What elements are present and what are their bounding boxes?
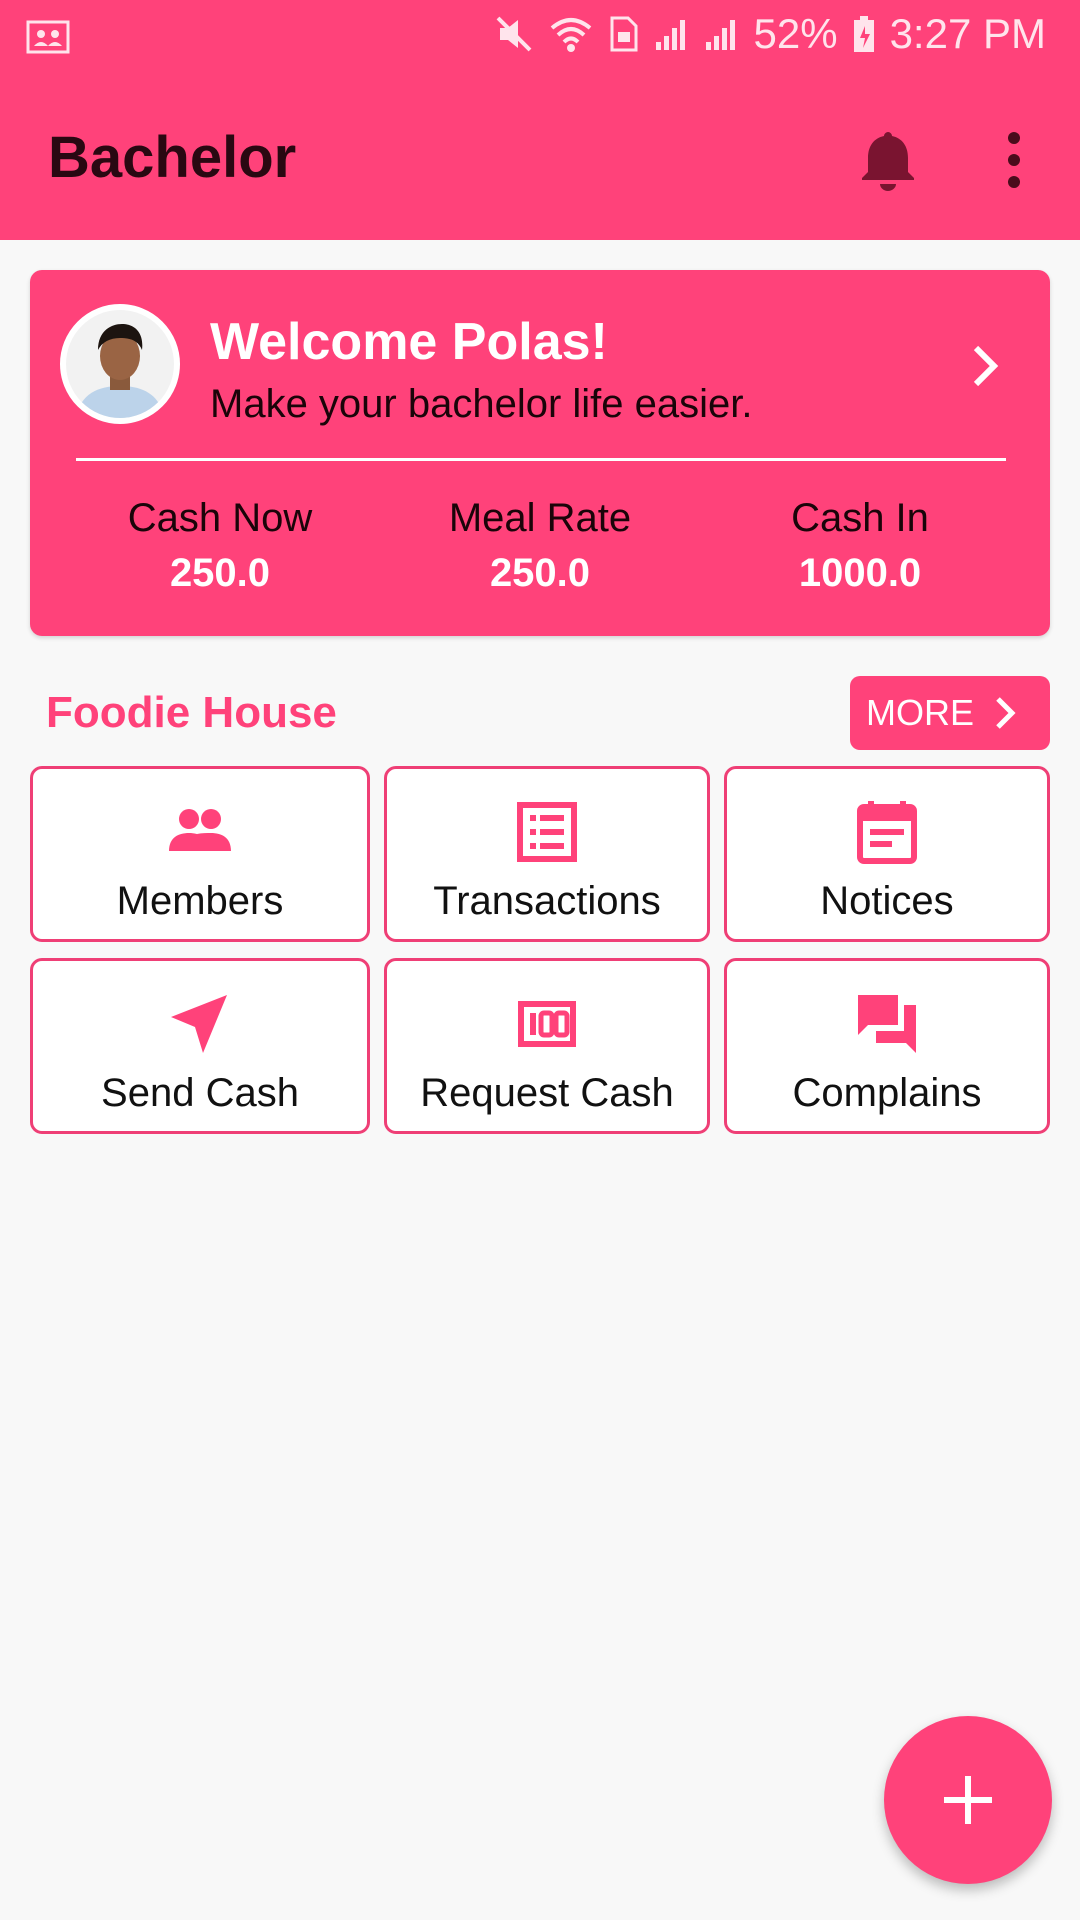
stat-value: 250.0 (489, 551, 591, 595)
chevron-right-icon (996, 697, 1016, 729)
tile-members[interactable]: Members (30, 766, 370, 942)
tile-send-cash[interactable]: Send Cash (30, 958, 370, 1134)
wifi-icon (548, 14, 594, 54)
calendar-note-icon (854, 799, 920, 865)
tile-transactions[interactable]: Transactions (384, 766, 710, 942)
tile-request-cash[interactable]: Request Cash (384, 958, 710, 1134)
stat-label: Meal Rate (448, 496, 632, 540)
stat-value: 1000.0 (798, 551, 922, 595)
tile-label: Notices (820, 879, 954, 923)
send-icon (167, 991, 233, 1057)
section-title: Foodie House (46, 688, 337, 737)
avatar (60, 304, 180, 424)
clock: 3:27 PM (889, 10, 1046, 57)
status-bar: 52% 3:27 PM (0, 0, 1080, 72)
tile-label: Members (116, 879, 284, 923)
stat-label: Cash Now (127, 496, 313, 540)
welcome-card[interactable]: Welcome Polas! Make your bachelor life e… (30, 270, 1050, 636)
gallery-notification-icon (26, 20, 70, 59)
stat-value: 250.0 (169, 551, 271, 595)
tile-complains[interactable]: Complains (724, 958, 1050, 1134)
notifications-icon[interactable] (858, 128, 918, 192)
signal-1-icon (654, 16, 690, 52)
tile-label: Request Cash (420, 1071, 674, 1115)
tile-label: Complains (792, 1071, 982, 1115)
chat-icon (854, 991, 920, 1057)
cash-icon (514, 991, 580, 1057)
app-bar: Bachelor (0, 72, 1080, 240)
chevron-right-icon[interactable] (966, 342, 1006, 390)
welcome-subtitle: Make your bachelor life easier. (210, 382, 753, 426)
stat-label: Cash In (791, 496, 929, 540)
tile-label: Transactions (433, 879, 661, 923)
overflow-menu-icon[interactable] (996, 128, 1032, 192)
plus-icon (944, 1776, 992, 1824)
battery-icon (852, 14, 876, 54)
card-divider (76, 458, 1006, 461)
people-icon (167, 799, 233, 865)
tile-notices[interactable]: Notices (724, 766, 1050, 942)
stat-meal-rate: Meal Rate 250.0 (380, 496, 700, 596)
sim-icon (608, 14, 640, 54)
signal-2-icon (704, 16, 740, 52)
app-title: Bachelor (48, 125, 297, 190)
battery-percent: 52% (753, 10, 838, 57)
tile-label: Send Cash (101, 1071, 299, 1115)
list-icon (514, 799, 580, 865)
more-label: MORE (866, 692, 974, 733)
add-fab-button[interactable] (884, 1716, 1052, 1884)
stat-cash-now: Cash Now 250.0 (60, 496, 380, 596)
welcome-title: Welcome Polas! (210, 313, 608, 371)
more-button[interactable]: MORE (850, 676, 1050, 750)
mute-icon (494, 14, 534, 54)
stat-cash-in: Cash In 1000.0 (700, 496, 1020, 596)
